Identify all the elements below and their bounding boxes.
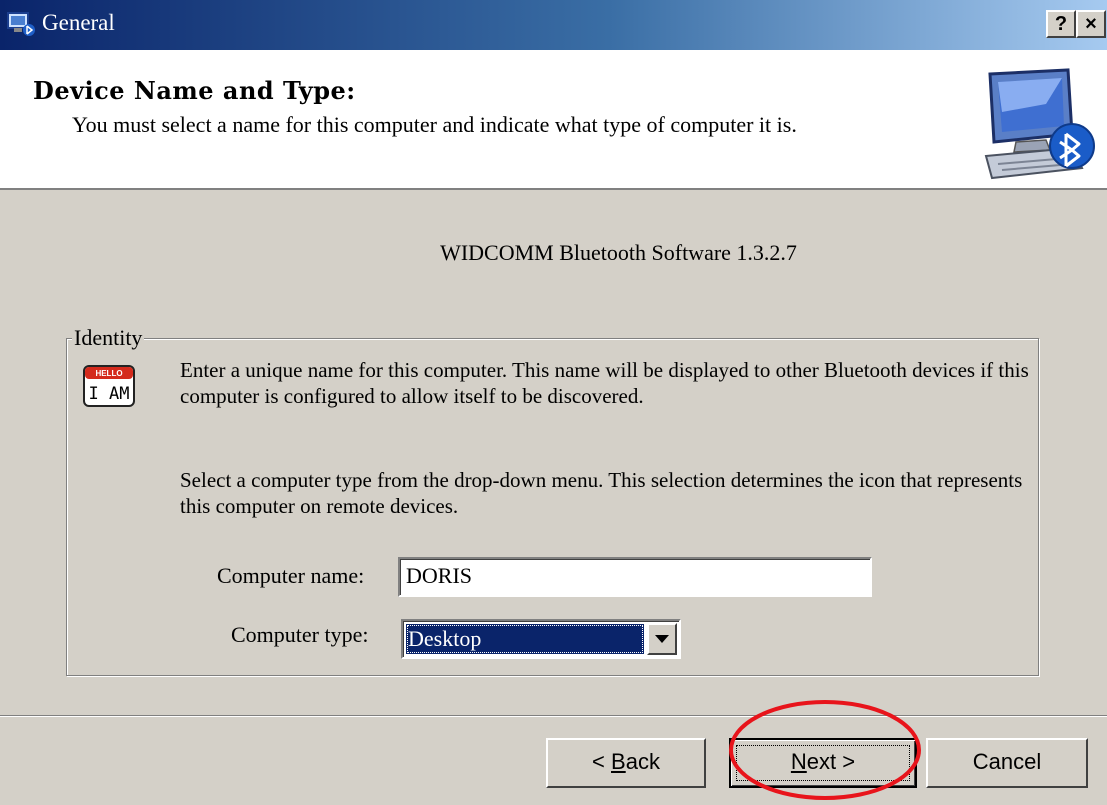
window-title: General xyxy=(42,10,115,35)
button-separator xyxy=(0,715,1107,717)
back-rest: ack xyxy=(625,749,660,774)
type-instructions: Select a computer type from the drop-dow… xyxy=(180,468,1023,518)
header-subtitle: You must select a name for this computer… xyxy=(72,112,797,137)
cancel-button[interactable]: Cancel xyxy=(926,738,1088,788)
computer-type-select[interactable]: Desktop xyxy=(401,619,681,659)
wizard-header: Device Name and Type: You must select a … xyxy=(0,50,1107,190)
header-title: Device Name and Type: xyxy=(33,76,356,105)
title-bar: General ? × xyxy=(0,0,1107,50)
back-button[interactable]: < Back xyxy=(546,738,706,788)
dropdown-arrow-icon[interactable] xyxy=(647,623,677,655)
bluetooth-wizard-dialog: General ? × Device Name and Type: You mu… xyxy=(0,0,1107,805)
back-accelerator: B xyxy=(611,749,626,774)
bluetooth-window-icon xyxy=(6,11,36,37)
icon-top-text: HELLO xyxy=(95,369,122,378)
back-prefix: < xyxy=(592,749,612,774)
version-text: WIDCOMM Bluetooth Software 1.3.2.7 xyxy=(440,240,797,265)
icon-text: I AM xyxy=(89,384,130,404)
hello-i-am-icon: HELLO I AM xyxy=(83,365,135,407)
computer-type-value[interactable]: Desktop xyxy=(406,624,644,654)
help-button[interactable]: ? xyxy=(1046,10,1076,38)
identity-legend: Identity xyxy=(72,325,145,351)
software-version: WIDCOMM Bluetooth Software 1.3.2.7 xyxy=(0,240,1107,266)
close-button[interactable]: × xyxy=(1076,10,1106,38)
next-button[interactable]: Next > xyxy=(729,738,917,788)
computer-type-label: Computer type: xyxy=(231,622,369,647)
focus-rectangle xyxy=(736,745,910,781)
computer-name-input[interactable]: DORIS xyxy=(398,557,872,597)
name-instructions: Enter a unique name for this computer. T… xyxy=(180,358,1029,408)
computer-name-label: Computer name: xyxy=(217,563,365,588)
computer-bluetooth-icon xyxy=(976,64,1098,182)
